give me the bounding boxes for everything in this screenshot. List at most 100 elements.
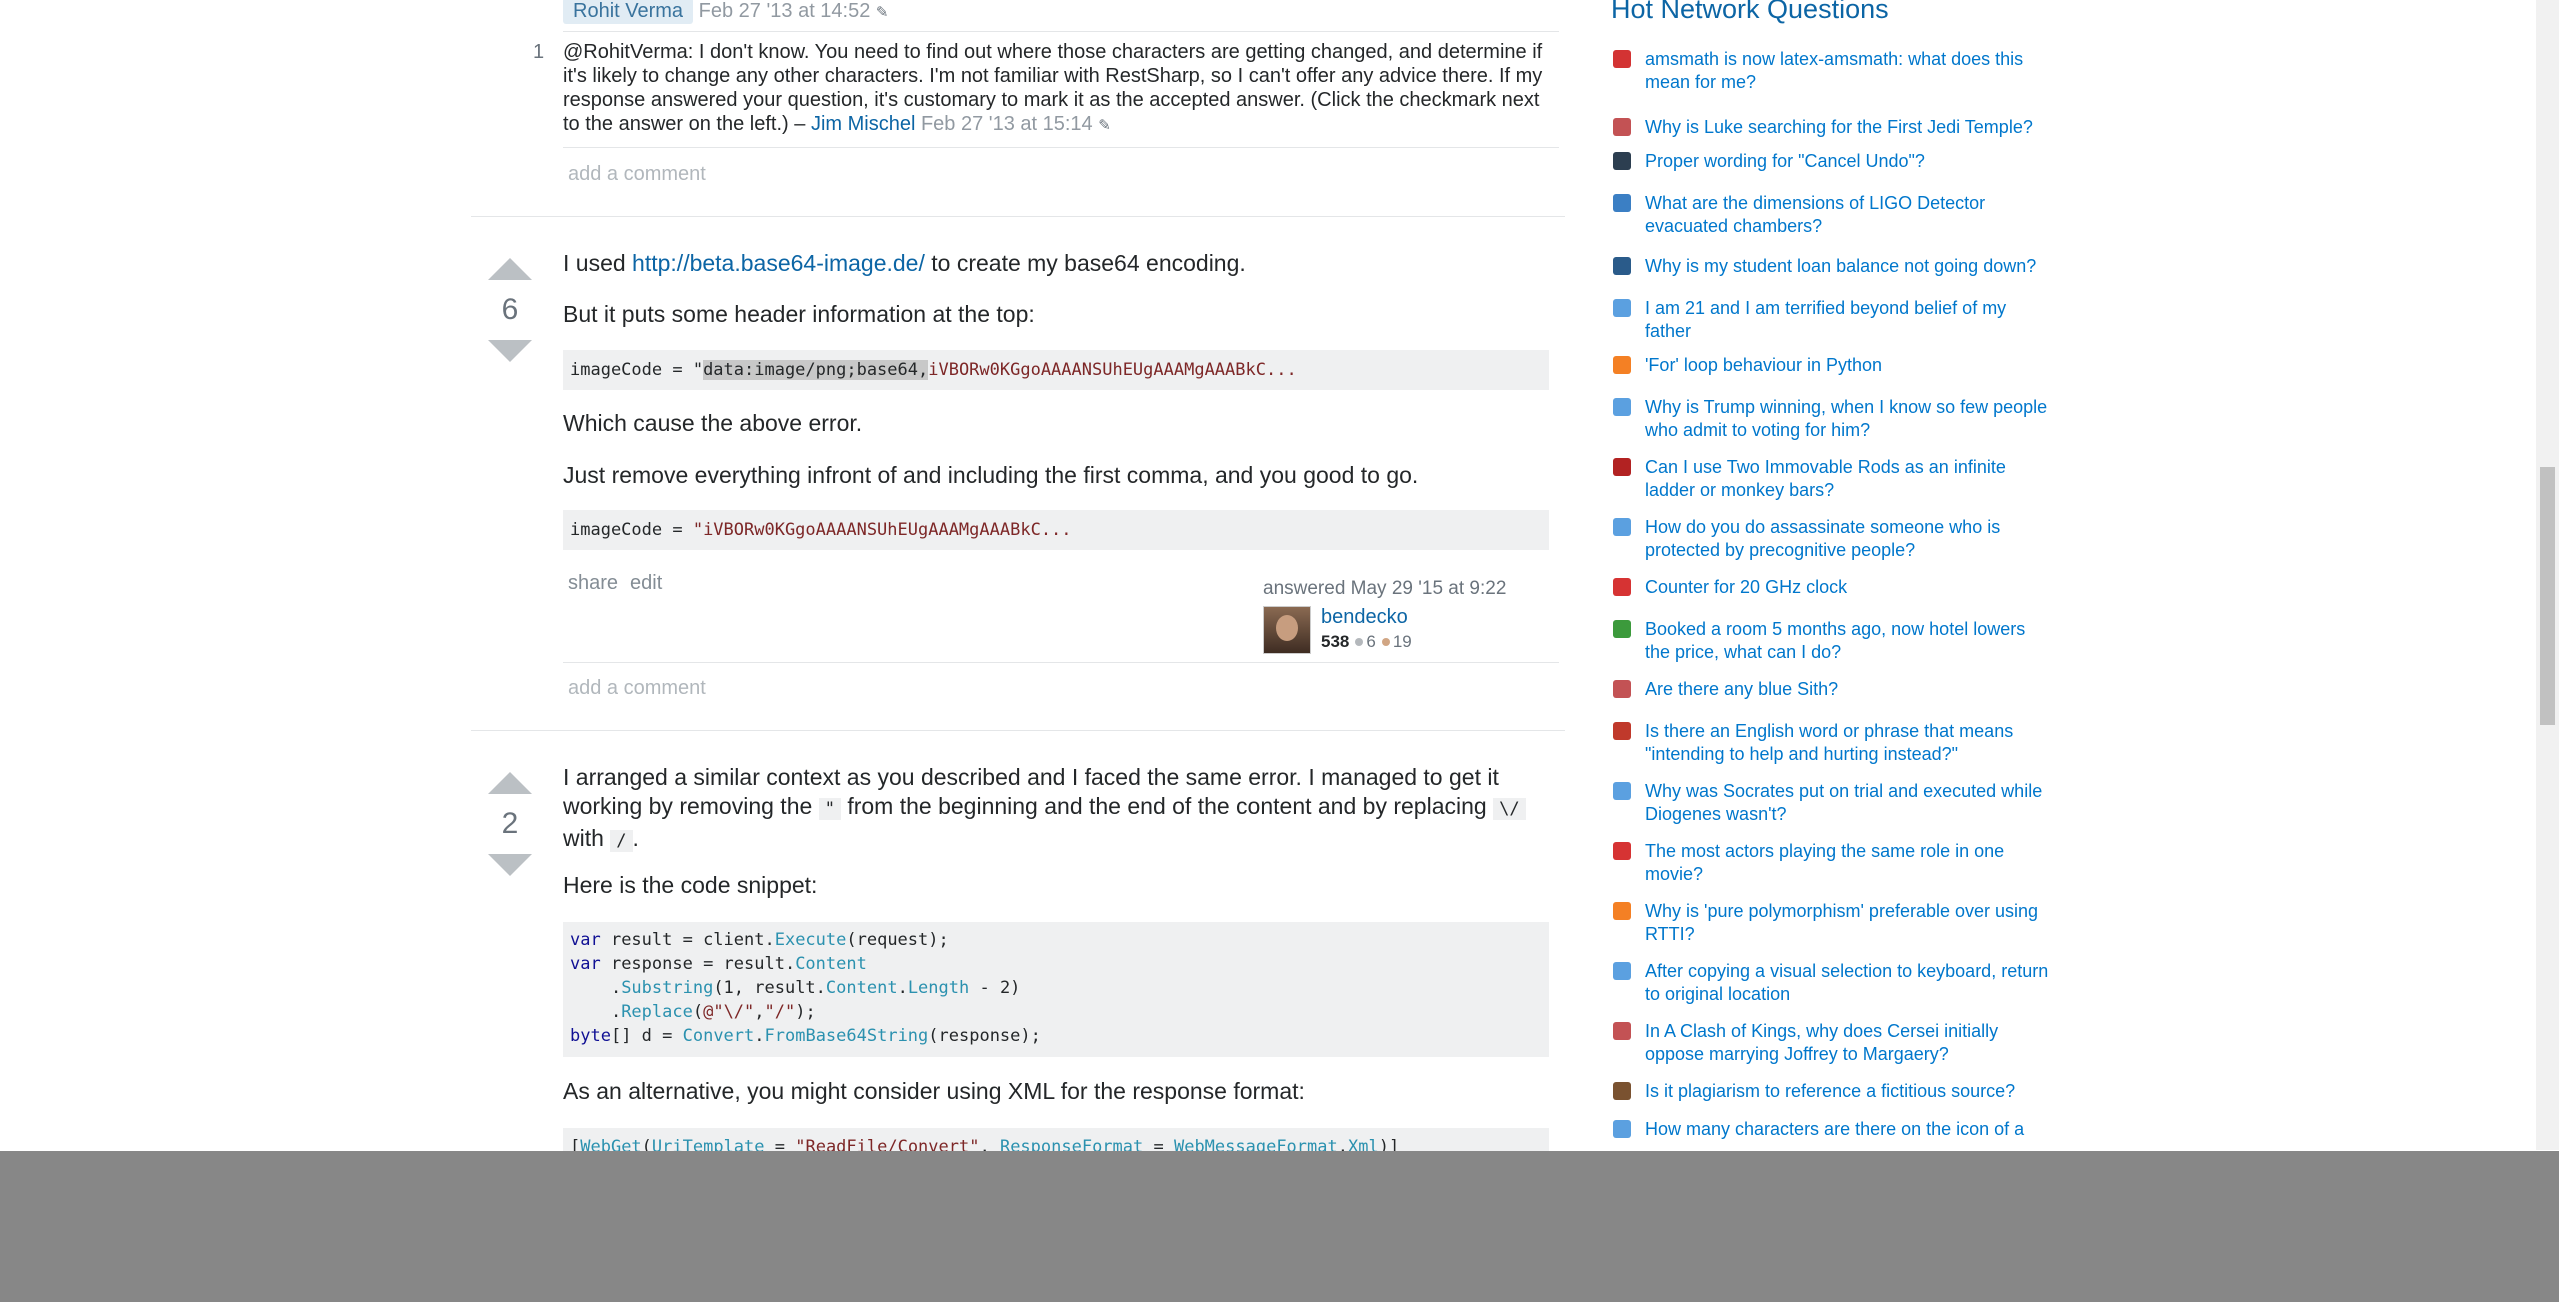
sidebar-title[interactable]: Hot Network Questions [1611, 0, 1889, 25]
paragraph-text: with [563, 825, 611, 851]
code-text: [] d = [610, 1026, 683, 1046]
hnq-question-link[interactable]: Are there any blue Sith? [1645, 678, 2050, 701]
hnq-question-link[interactable]: How many characters are there on the ico… [1645, 1118, 2050, 1141]
comment-score: 1 [533, 41, 545, 63]
movies-icon [1613, 842, 1631, 860]
answer-paragraph: Which cause the above error. [563, 410, 863, 436]
hnq-question-link[interactable]: Can I use Two Immovable Rods as an infin… [1645, 456, 2050, 502]
code-text: (request); [846, 930, 949, 950]
vi-icon [1613, 962, 1631, 980]
comment-divider [563, 31, 1559, 32]
answer-divider [471, 216, 1565, 217]
code-text: , [754, 1002, 765, 1022]
answer-paragraph: Just remove everything infront of and in… [563, 462, 1419, 488]
answer-paragraph: Here is the code snippet: [563, 872, 818, 898]
code-type: Content [795, 954, 867, 974]
code-text: ); [795, 1002, 816, 1022]
hnq-question-link[interactable]: The most actors playing the same role in… [1645, 840, 2050, 886]
add-comment-link[interactable]: add a comment [568, 677, 706, 700]
code-text: response = result. [600, 954, 796, 974]
code-keyword: byte [570, 1026, 611, 1046]
add-comment-link[interactable]: add a comment [568, 163, 706, 186]
code-keyword: var [570, 930, 601, 950]
hnq-question-link[interactable]: Proper wording for "Cancel Undo"? [1645, 150, 2050, 173]
comment-header: Rohit Verma Feb 27 '13 at 14:52 ✎ [563, 0, 1559, 25]
ux-icon [1613, 152, 1631, 170]
hnq-question-link[interactable]: Why was Socrates put on trial and execut… [1645, 780, 2050, 826]
upvote-arrow-icon[interactable] [488, 772, 532, 794]
comment-user-link[interactable]: Rohit Verma [563, 0, 694, 24]
edit-link[interactable]: edit [630, 572, 662, 594]
code-block: imageCode = "iVBORw0KGgoAAAANSUhEUgAAAMg… [563, 510, 1549, 550]
code-block: var result = client.Execute(request); va… [563, 922, 1549, 1057]
hnq-question-link[interactable]: Is there an English word or phrase that … [1645, 720, 2050, 766]
hnq-question-link[interactable]: Why is 'pure polymorphism' preferable ov… [1645, 900, 2050, 946]
inline-code: " [818, 798, 841, 820]
vote-count: 2 [501, 807, 519, 840]
hnq-question-link[interactable]: What are the dimensions of LIGO Detector… [1645, 192, 2050, 238]
vote-cell: 6 [485, 258, 535, 362]
code-text: . [897, 978, 908, 998]
answer-divider [471, 730, 1565, 731]
edit-pencil-icon[interactable]: ✎ [1098, 117, 1111, 134]
post-menu: share edit [568, 572, 674, 595]
tex-icon [1613, 50, 1631, 68]
pcg-icon [1613, 1120, 1631, 1138]
hnq-question-link[interactable]: Is it plagiarism to reference a fictitio… [1645, 1080, 2050, 1103]
hnq-question-link[interactable]: How do you do assassinate someone who is… [1645, 516, 2050, 562]
inline-code: / [610, 830, 633, 852]
vote-cell: 2 [485, 772, 535, 876]
hnq-question-link[interactable]: Booked a room 5 months ago, now hotel lo… [1645, 618, 2050, 664]
hnq-question-link[interactable]: Counter for 20 GHz clock [1645, 576, 2050, 599]
bronze-badge-icon [1381, 638, 1390, 646]
electronics-icon [1613, 578, 1631, 596]
code-text: . [570, 1002, 622, 1022]
hnq-question-link[interactable]: amsmath is now latex-amsmath: what does … [1645, 48, 2050, 94]
code-string: iVBORw0KGgoAAAANSUhEUgAAAMgAAABkC... [928, 360, 1297, 380]
scifi-icon [1613, 118, 1631, 136]
stackoverflow-icon [1613, 902, 1631, 920]
comment-date: Feb 27 '13 at 14:52 [698, 0, 871, 22]
hnq-question-link[interactable]: Why is Trump winning, when I know so few… [1645, 396, 2050, 442]
scifi-icon [1613, 680, 1631, 698]
downvote-arrow-icon[interactable] [488, 340, 532, 362]
hnq-question-link[interactable]: In A Clash of Kings, why does Cersei ini… [1645, 1020, 2050, 1066]
code-type: Execute [774, 930, 847, 950]
code-type: Convert [682, 1026, 755, 1046]
page-scrollbar[interactable] [2536, 0, 2559, 1150]
code-text: result = client. [600, 930, 775, 950]
answer-paragraph: As an alternative, you might consider us… [563, 1078, 1305, 1104]
user-name-link[interactable]: bendecko [1321, 606, 1408, 629]
worldbuilding-icon [1613, 518, 1631, 536]
share-link[interactable]: share [568, 572, 618, 594]
hnq-question-link[interactable]: 'For' loop behaviour in Python [1645, 354, 2050, 377]
hnq-question-link[interactable]: After copying a visual selection to keyb… [1645, 960, 2050, 1006]
code-selected-text: data:image/png;base64, [703, 360, 929, 380]
code-string: "/" [764, 1002, 796, 1022]
hnq-question-link[interactable]: I am 21 and I am terrified beyond belief… [1645, 297, 2050, 343]
user-signature: answered May 29 '15 at 9:22 bendecko 538… [1263, 578, 1523, 654]
base64-image-link[interactable]: http://beta.base64-image.de/ [632, 250, 925, 276]
politics-icon [1613, 398, 1631, 416]
comment-author-link[interactable]: Jim Mischel [811, 113, 915, 135]
answer-paragraph: I arranged a similar context as you desc… [563, 763, 1543, 856]
answer-paragraph: I used http://beta.base64-image.de/ to c… [563, 249, 1563, 278]
code-text: . [570, 978, 622, 998]
silver-badge-icon [1355, 638, 1364, 646]
paragraph-text: I used [563, 250, 633, 276]
astronomy-icon [1613, 194, 1631, 212]
user-avatar[interactable] [1263, 606, 1311, 654]
money-icon [1613, 257, 1631, 275]
code-block: imageCode = "data:image/png;base64,iVBOR… [563, 350, 1549, 390]
code-text: imageCode = " [570, 360, 704, 380]
downvote-arrow-icon[interactable] [488, 854, 532, 876]
scrollbar-thumb[interactable] [2540, 467, 2555, 725]
writers-icon [1613, 1082, 1631, 1100]
paragraph-text: . [632, 825, 639, 851]
code-text: imageCode = [570, 520, 693, 540]
hnq-question-link[interactable]: Why is my student loan balance not going… [1645, 255, 2050, 278]
hnq-question-link[interactable]: Why is Luke searching for the First Jedi… [1645, 116, 2050, 139]
edit-pencil-icon[interactable]: ✎ [876, 4, 889, 21]
comment-dash: – [788, 113, 811, 135]
upvote-arrow-icon[interactable] [488, 258, 532, 280]
